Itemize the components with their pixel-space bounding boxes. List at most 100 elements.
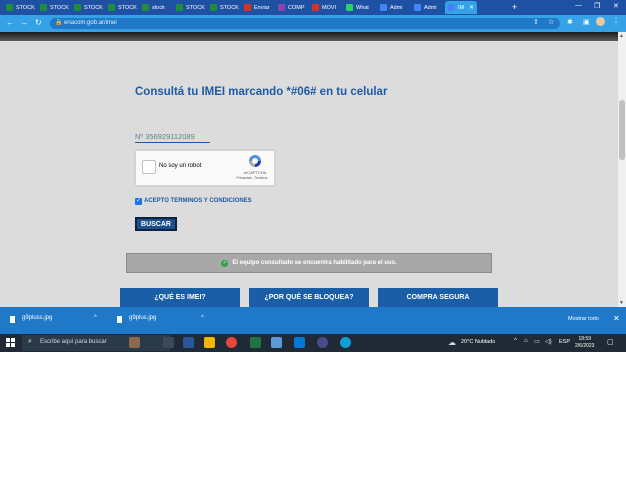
browser-tab[interactable]: STOCK: [207, 1, 239, 14]
maximize-icon[interactable]: ❐: [594, 2, 600, 10]
file-explorer-icon[interactable]: [204, 337, 215, 348]
browser-tab[interactable]: stock: [139, 1, 171, 14]
file-icon: [117, 316, 122, 323]
close-tab-icon[interactable]: ✕: [469, 4, 474, 11]
forward-icon[interactable]: →: [20, 17, 28, 29]
recaptcha-links[interactable]: Privacidad - Términos: [232, 176, 272, 180]
tab-favicon-icon: [142, 4, 149, 11]
tray-chevron-icon[interactable]: ^: [514, 338, 517, 344]
browser-tab[interactable]: MOVI: [309, 1, 341, 14]
notifications-icon[interactable]: ▢: [607, 338, 614, 346]
menu-icon[interactable]: ⋮: [612, 17, 620, 26]
edge-icon[interactable]: [340, 337, 351, 348]
browser-tab[interactable]: What: [343, 1, 375, 14]
file-icon: [10, 316, 15, 323]
tab-favicon-icon: [380, 4, 387, 11]
extensions-icon[interactable]: ✱: [567, 18, 573, 26]
tab-label: STOCK: [16, 4, 35, 11]
tab-favicon-icon: [210, 4, 217, 11]
search-icon: ⌕: [28, 338, 32, 345]
download-item[interactable]: g9plus.jpg: [129, 315, 156, 321]
safe-purchase-button[interactable]: COMPRA SEGURA: [378, 288, 498, 307]
taskbar-search-placeholder[interactable]: Escribe aquí para buscar: [40, 339, 107, 345]
download-chevron-icon[interactable]: ^: [94, 315, 97, 321]
recaptcha-brand: reCAPTCHA: [243, 170, 267, 175]
tab-label: STOCK: [118, 4, 137, 11]
tab-label: STOCK: [186, 4, 205, 11]
app-icon[interactable]: [317, 337, 328, 348]
url-text[interactable]: enacom.gob.ar/imei: [64, 19, 117, 28]
browser-tab[interactable]: STOCK: [105, 1, 137, 14]
mail-icon[interactable]: [294, 337, 305, 348]
browser-tab[interactable]: Admi: [377, 1, 409, 14]
excel-icon[interactable]: [250, 337, 261, 348]
bookmark-star-icon[interactable]: ☆: [548, 18, 554, 26]
recaptcha-checkbox[interactable]: [142, 160, 156, 174]
search-button[interactable]: BUSCAR: [135, 217, 177, 231]
terms-checkbox[interactable]: ✓: [135, 198, 142, 205]
what-is-imei-button[interactable]: ¿QUÉ ES IMEI?: [120, 288, 240, 307]
tab-label: IM: [458, 4, 465, 11]
clock[interactable]: 18:59 2/6/2023: [575, 336, 594, 350]
browser-tab[interactable]: COMP: [275, 1, 307, 14]
imei-input[interactable]: [135, 130, 210, 143]
url-field[interactable]: [50, 18, 560, 29]
download-chevron-icon[interactable]: ^: [201, 315, 204, 321]
tab-label: COMP: [288, 4, 305, 11]
browser-tab[interactable]: STOCK: [173, 1, 205, 14]
browser-tab[interactable]: STOCK: [3, 1, 35, 14]
word-icon[interactable]: [183, 337, 194, 348]
header-image-strip: [0, 32, 618, 41]
lock-icon[interactable]: 🔒: [55, 19, 62, 26]
clock-time: 18:59: [578, 336, 591, 342]
chrome-icon[interactable]: [226, 337, 237, 348]
show-all-downloads-link[interactable]: Mostrar todo: [568, 316, 599, 322]
battery-icon[interactable]: ▭: [534, 338, 540, 345]
scrollbar-thumb[interactable]: [619, 100, 625, 160]
recaptcha-logo-icon: [249, 155, 261, 167]
tab-favicon-icon: [6, 4, 13, 11]
tab-label: Admi: [424, 4, 437, 11]
page-title: Consultá tu IMEI marcando *#06# en tu ce…: [135, 86, 388, 98]
sidebar-icon[interactable]: ▣: [583, 18, 590, 26]
tab-label: STOCK: [84, 4, 103, 11]
download-item[interactable]: g9pluss.jpg: [22, 315, 52, 321]
language-indicator[interactable]: ESP: [559, 339, 570, 345]
cloud-icon: ☁: [448, 338, 456, 347]
browser-tab[interactable]: STOCK: [37, 1, 69, 14]
weather-widget[interactable]: 20°C Nublado: [461, 339, 495, 345]
browser-tab[interactable]: Enviar: [241, 1, 273, 14]
tab-favicon-icon: [448, 4, 455, 11]
minimize-icon[interactable]: —: [575, 2, 582, 9]
profile-avatar[interactable]: [596, 17, 605, 26]
result-banner: ✓ El equipo consultado se encuentra habi…: [126, 253, 492, 273]
reload-icon[interactable]: ↻: [35, 17, 42, 29]
terms-label[interactable]: ACEPTO TERMINOS Y CONDICIONES: [144, 198, 252, 204]
scrollbar[interactable]: [618, 32, 626, 307]
close-downloads-icon[interactable]: ✕: [613, 314, 620, 323]
task-view-icon[interactable]: [163, 337, 174, 348]
tab-favicon-icon: [312, 4, 319, 11]
app-icon[interactable]: [271, 337, 282, 348]
tab-favicon-icon: [346, 4, 353, 11]
browser-tab[interactable]: STOCK: [71, 1, 103, 14]
network-icon[interactable]: ⌂: [524, 338, 528, 344]
close-window-icon[interactable]: ✕: [613, 2, 619, 10]
tab-favicon-icon: [414, 4, 421, 11]
windows-start-icon[interactable]: [6, 338, 15, 347]
check-circle-icon: ✓: [221, 259, 229, 267]
search-highlight-icon: [129, 337, 140, 348]
share-icon[interactable]: ⇪: [533, 18, 539, 26]
browser-tab[interactable]: Admi: [411, 1, 443, 14]
why-blocked-button[interactable]: ¿POR QUÉ SE BLOQUEA?: [249, 288, 369, 307]
new-tab-button[interactable]: +: [512, 2, 517, 12]
tab-label: What: [356, 4, 369, 11]
tab-favicon-icon: [108, 4, 115, 11]
tab-label: stock: [152, 4, 165, 11]
scroll-down-icon[interactable]: ▼: [619, 300, 624, 306]
browser-tab[interactable]: IM ✕: [445, 1, 477, 14]
volume-icon[interactable]: ◁): [545, 338, 552, 345]
scroll-up-icon[interactable]: ▲: [619, 33, 624, 39]
back-icon[interactable]: ←: [6, 17, 14, 29]
tab-label: MOVI: [322, 4, 337, 11]
